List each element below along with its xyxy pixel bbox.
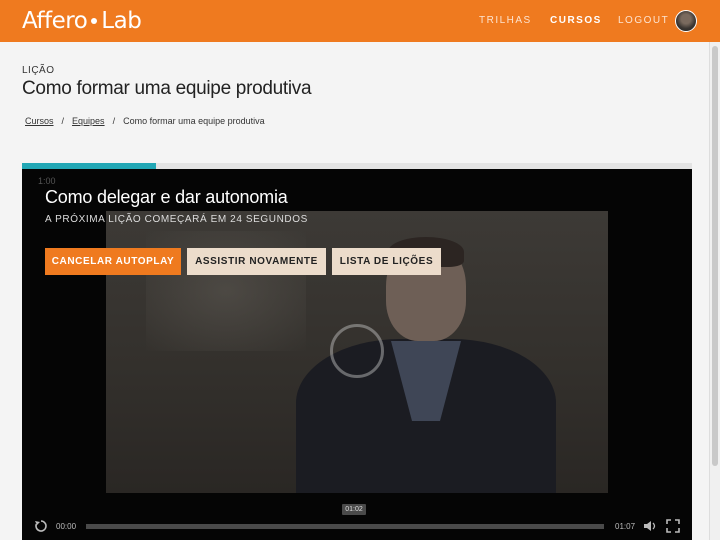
logo-text-right: Lab — [101, 8, 142, 34]
fullscreen-icon[interactable] — [666, 519, 680, 533]
loading-spinner-icon — [330, 324, 384, 378]
nav-item-cursos[interactable]: CURSOS — [550, 15, 602, 26]
breadcrumb-link-equipes[interactable]: Equipes — [72, 116, 105, 126]
breadcrumb-separator: / — [61, 116, 65, 126]
breadcrumb-current: Como formar uma equipe produtiva — [123, 116, 265, 126]
affero-lab-logo[interactable]: Affero Lab — [22, 8, 142, 34]
user-avatar[interactable] — [675, 10, 697, 32]
breadcrumb-link-cursos[interactable]: Cursos — [25, 116, 54, 126]
duration-time: 01:07 — [615, 522, 636, 531]
page-scrollbar[interactable] — [709, 42, 720, 540]
breadcrumb: Cursos / Equipes / Como formar uma equip… — [25, 116, 265, 126]
watch-again-button[interactable]: ASSISTIR NOVAMENTE — [187, 248, 326, 275]
nav-item-logout[interactable]: LOGOUT — [618, 15, 669, 26]
video-player[interactable]: 1:00 Como delegar e dar autonomia A PRÓX… — [22, 169, 692, 540]
logo-text-left: Affero — [22, 8, 88, 34]
logo-dot-icon — [91, 18, 98, 24]
scrollbar-thumb[interactable] — [712, 46, 718, 466]
breadcrumb-separator: / — [112, 116, 116, 126]
next-lesson-countdown: A PRÓXIMA LIÇÃO COMEÇARÁ EM 24 SEGUNDOS — [45, 214, 308, 225]
lesson-list-button[interactable]: LISTA DE LIÇÕES — [332, 248, 441, 275]
nav-item-trilhas[interactable]: TRILHAS — [479, 15, 532, 26]
lesson-kicker: LIÇÃO — [22, 65, 55, 76]
player-control-bar: 00:00 01:07 — [22, 513, 692, 540]
top-navigation-bar: Affero Lab TRILHAS CURSOS LOGOUT — [0, 0, 720, 42]
page-title: Como formar uma equipe produtiva — [22, 78, 312, 99]
overlay-time-indicator: 1:00 — [38, 176, 56, 186]
replay-icon[interactable] — [34, 519, 48, 533]
seek-bar[interactable] — [86, 524, 604, 529]
volume-icon[interactable] — [643, 519, 657, 533]
cancel-autoplay-button[interactable]: CANCELAR AUTOPLAY — [45, 248, 181, 275]
current-time: 00:00 — [56, 522, 77, 531]
next-lesson-title: Como delegar e dar autonomia — [45, 187, 288, 207]
